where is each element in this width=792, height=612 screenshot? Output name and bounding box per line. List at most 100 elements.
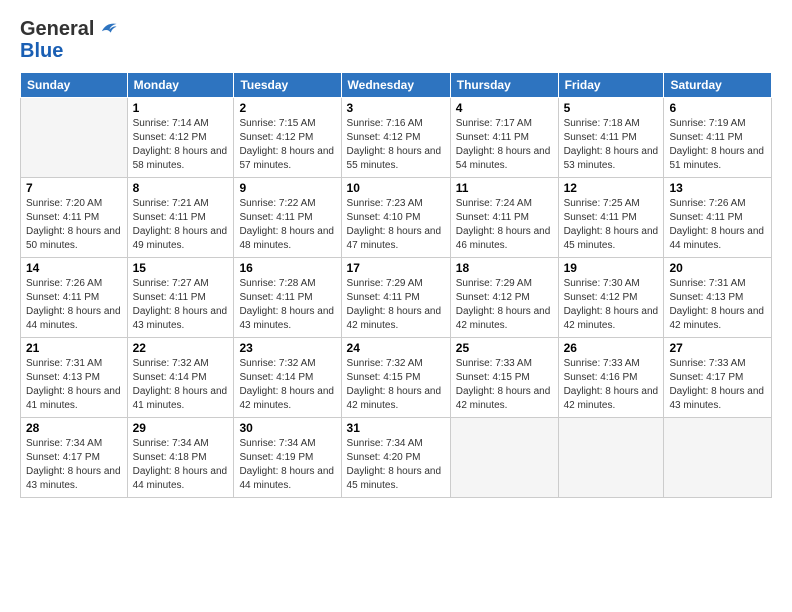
day-number: 31	[347, 421, 445, 435]
calendar-cell: 18 Sunrise: 7:29 AMSunset: 4:12 PMDayligh…	[450, 258, 558, 338]
day-info: Sunrise: 7:33 AMSunset: 4:16 PMDaylight:…	[564, 357, 659, 413]
days-header-row: SundayMondayTuesdayWednesdayThursdayFrid…	[21, 73, 772, 98]
day-number: 19	[564, 261, 659, 275]
logo-text-blue: Blue	[20, 40, 118, 62]
day-header-sunday: Sunday	[21, 73, 128, 98]
day-number: 11	[456, 181, 553, 195]
day-info: Sunrise: 7:18 AMSunset: 4:11 PMDaylight:…	[564, 117, 659, 173]
day-info: Sunrise: 7:17 AMSunset: 4:11 PMDaylight:…	[456, 117, 553, 173]
day-number: 13	[669, 181, 766, 195]
calendar-cell	[664, 418, 772, 498]
calendar-cell: 6Sunrise: 7:19 AMSunset: 4:11 PMDaylight…	[664, 98, 772, 178]
calendar-cell: 7 Sunrise: 7:20 AMSunset: 4:11 PMDaylight…	[21, 178, 128, 258]
calendar-cell	[21, 98, 128, 178]
day-info: Sunrise: 7:27 AMSunset: 4:11 PMDaylight:…	[133, 277, 229, 333]
day-number: 20	[669, 261, 766, 275]
day-info: Sunrise: 7:31 AMSunset: 4:13 PMDaylight:…	[669, 277, 766, 333]
calendar-cell: 29 Sunrise: 7:34 AMSunset: 4:18 PMDayligh…	[127, 418, 234, 498]
day-info: Sunrise: 7:22 AMSunset: 4:11 PMDaylight:…	[239, 197, 335, 253]
day-number: 29	[133, 421, 229, 435]
calendar-cell: 15Sunrise: 7:27 AMSunset: 4:11 PMDayligh…	[127, 258, 234, 338]
day-number: 18	[456, 261, 553, 275]
calendar-cell: 19 Sunrise: 7:30 AMSunset: 4:12 PMDayligh…	[558, 258, 664, 338]
calendar-cell: 9 Sunrise: 7:22 AMSunset: 4:11 PMDaylight…	[234, 178, 341, 258]
day-info: Sunrise: 7:28 AMSunset: 4:11 PMDaylight:…	[239, 277, 335, 333]
day-number: 22	[133, 341, 229, 355]
day-number: 12	[564, 181, 659, 195]
day-header-tuesday: Tuesday	[234, 73, 341, 98]
day-number: 21	[26, 341, 122, 355]
calendar-cell: 11 Sunrise: 7:24 AMSunset: 4:11 PMDayligh…	[450, 178, 558, 258]
day-info: Sunrise: 7:32 AMSunset: 4:14 PMDaylight:…	[133, 357, 229, 413]
day-number: 4	[456, 101, 553, 115]
day-info: Sunrise: 7:34 AMSunset: 4:19 PMDaylight:…	[239, 437, 335, 493]
calendar-cell: 17 Sunrise: 7:29 AMSunset: 4:11 PMDayligh…	[341, 258, 450, 338]
calendar-cell: 26Sunrise: 7:33 AMSunset: 4:16 PMDayligh…	[558, 338, 664, 418]
day-header-friday: Friday	[558, 73, 664, 98]
day-info: Sunrise: 7:34 AMSunset: 4:17 PMDaylight:…	[26, 437, 122, 493]
day-info: Sunrise: 7:21 AMSunset: 4:11 PMDaylight:…	[133, 197, 229, 253]
day-info: Sunrise: 7:14 AMSunset: 4:12 PMDaylight:…	[133, 117, 229, 173]
calendar-table: SundayMondayTuesdayWednesdayThursdayFrid…	[20, 72, 772, 498]
calendar-cell: 14Sunrise: 7:26 AMSunset: 4:11 PMDayligh…	[21, 258, 128, 338]
logo-text-general: General	[20, 18, 94, 40]
day-info: Sunrise: 7:32 AMSunset: 4:14 PMDaylight:…	[239, 357, 335, 413]
day-info: Sunrise: 7:29 AMSunset: 4:12 PMDaylight:…	[456, 277, 553, 333]
day-number: 16	[239, 261, 335, 275]
day-header-saturday: Saturday	[664, 73, 772, 98]
logo: General Blue	[20, 18, 118, 62]
day-info: Sunrise: 7:34 AMSunset: 4:20 PMDaylight:…	[347, 437, 445, 493]
week-row-3: 21 Sunrise: 7:31 AMSunset: 4:13 PMDayligh…	[21, 338, 772, 418]
day-info: Sunrise: 7:15 AMSunset: 4:12 PMDaylight:…	[239, 117, 335, 173]
calendar-cell: 30 Sunrise: 7:34 AMSunset: 4:19 PMDayligh…	[234, 418, 341, 498]
page: General Blue SundayMondayTuesdayWednesda…	[0, 0, 792, 612]
day-info: Sunrise: 7:33 AMSunset: 4:15 PMDaylight:…	[456, 357, 553, 413]
calendar-cell: 5 Sunrise: 7:18 AMSunset: 4:11 PMDaylight…	[558, 98, 664, 178]
day-number: 28	[26, 421, 122, 435]
calendar-cell: 13 Sunrise: 7:26 AMSunset: 4:11 PMDayligh…	[664, 178, 772, 258]
day-number: 3	[347, 101, 445, 115]
day-info: Sunrise: 7:30 AMSunset: 4:12 PMDaylight:…	[564, 277, 659, 333]
logo-bird-icon	[96, 18, 118, 40]
calendar-cell: 27Sunrise: 7:33 AMSunset: 4:17 PMDayligh…	[664, 338, 772, 418]
day-info: Sunrise: 7:26 AMSunset: 4:11 PMDaylight:…	[669, 197, 766, 253]
calendar-cell: 21 Sunrise: 7:31 AMSunset: 4:13 PMDayligh…	[21, 338, 128, 418]
calendar-cell: 3Sunrise: 7:16 AMSunset: 4:12 PMDaylight…	[341, 98, 450, 178]
calendar-cell: 22 Sunrise: 7:32 AMSunset: 4:14 PMDayligh…	[127, 338, 234, 418]
day-info: Sunrise: 7:20 AMSunset: 4:11 PMDaylight:…	[26, 197, 122, 253]
day-info: Sunrise: 7:29 AMSunset: 4:11 PMDaylight:…	[347, 277, 445, 333]
day-number: 9	[239, 181, 335, 195]
day-number: 5	[564, 101, 659, 115]
calendar-cell: 25 Sunrise: 7:33 AMSunset: 4:15 PMDayligh…	[450, 338, 558, 418]
day-number: 1	[133, 101, 229, 115]
day-number: 2	[239, 101, 335, 115]
calendar-cell: 2 Sunrise: 7:15 AMSunset: 4:12 PMDaylight…	[234, 98, 341, 178]
week-row-2: 14Sunrise: 7:26 AMSunset: 4:11 PMDayligh…	[21, 258, 772, 338]
day-info: Sunrise: 7:33 AMSunset: 4:17 PMDaylight:…	[669, 357, 766, 413]
day-info: Sunrise: 7:26 AMSunset: 4:11 PMDaylight:…	[26, 277, 122, 333]
day-info: Sunrise: 7:31 AMSunset: 4:13 PMDaylight:…	[26, 357, 122, 413]
calendar-cell: 12 Sunrise: 7:25 AMSunset: 4:11 PMDayligh…	[558, 178, 664, 258]
day-number: 8	[133, 181, 229, 195]
day-info: Sunrise: 7:23 AMSunset: 4:10 PMDaylight:…	[347, 197, 445, 253]
header: General Blue	[20, 18, 772, 62]
day-number: 23	[239, 341, 335, 355]
day-info: Sunrise: 7:34 AMSunset: 4:18 PMDaylight:…	[133, 437, 229, 493]
week-row-4: 28 Sunrise: 7:34 AMSunset: 4:17 PMDayligh…	[21, 418, 772, 498]
day-number: 7	[26, 181, 122, 195]
day-number: 6	[669, 101, 766, 115]
calendar-cell: 20 Sunrise: 7:31 AMSunset: 4:13 PMDayligh…	[664, 258, 772, 338]
day-header-wednesday: Wednesday	[341, 73, 450, 98]
calendar-cell: 4 Sunrise: 7:17 AMSunset: 4:11 PMDaylight…	[450, 98, 558, 178]
day-number: 30	[239, 421, 335, 435]
day-number: 10	[347, 181, 445, 195]
calendar-cell: 16 Sunrise: 7:28 AMSunset: 4:11 PMDayligh…	[234, 258, 341, 338]
day-header-monday: Monday	[127, 73, 234, 98]
calendar-cell: 1 Sunrise: 7:14 AMSunset: 4:12 PMDaylight…	[127, 98, 234, 178]
calendar-cell: 24Sunrise: 7:32 AMSunset: 4:15 PMDayligh…	[341, 338, 450, 418]
day-number: 17	[347, 261, 445, 275]
calendar-cell: 28 Sunrise: 7:34 AMSunset: 4:17 PMDayligh…	[21, 418, 128, 498]
day-number: 25	[456, 341, 553, 355]
day-info: Sunrise: 7:25 AMSunset: 4:11 PMDaylight:…	[564, 197, 659, 253]
day-info: Sunrise: 7:24 AMSunset: 4:11 PMDaylight:…	[456, 197, 553, 253]
